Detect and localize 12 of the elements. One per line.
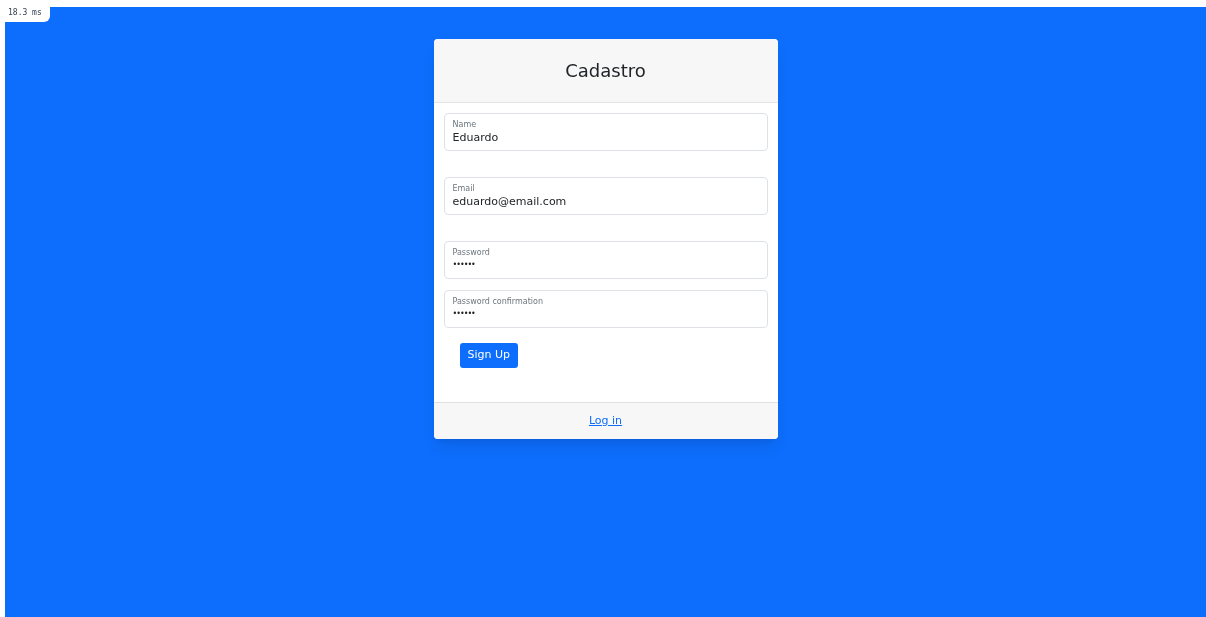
input-field[interactable]: Name Eduardo: [443, 113, 768, 151]
field-label: Password confirmation: [452, 297, 544, 307]
field-label: Name: [452, 120, 478, 130]
card-title: Cadastro: [565, 59, 646, 83]
input-field[interactable]: Email eduardo@email.com: [443, 177, 768, 215]
timing-label: 18.3 ms: [8, 7, 42, 19]
sign-up-button[interactable]: Sign Up: [459, 343, 519, 368]
field-label: Password: [452, 248, 491, 258]
input-field[interactable]: Password ••••••: [443, 241, 768, 279]
login-link[interactable]: Log in: [588, 412, 623, 430]
field-label: Email: [452, 184, 476, 194]
input-field[interactable]: Password confirmation ••••••: [443, 290, 768, 328]
